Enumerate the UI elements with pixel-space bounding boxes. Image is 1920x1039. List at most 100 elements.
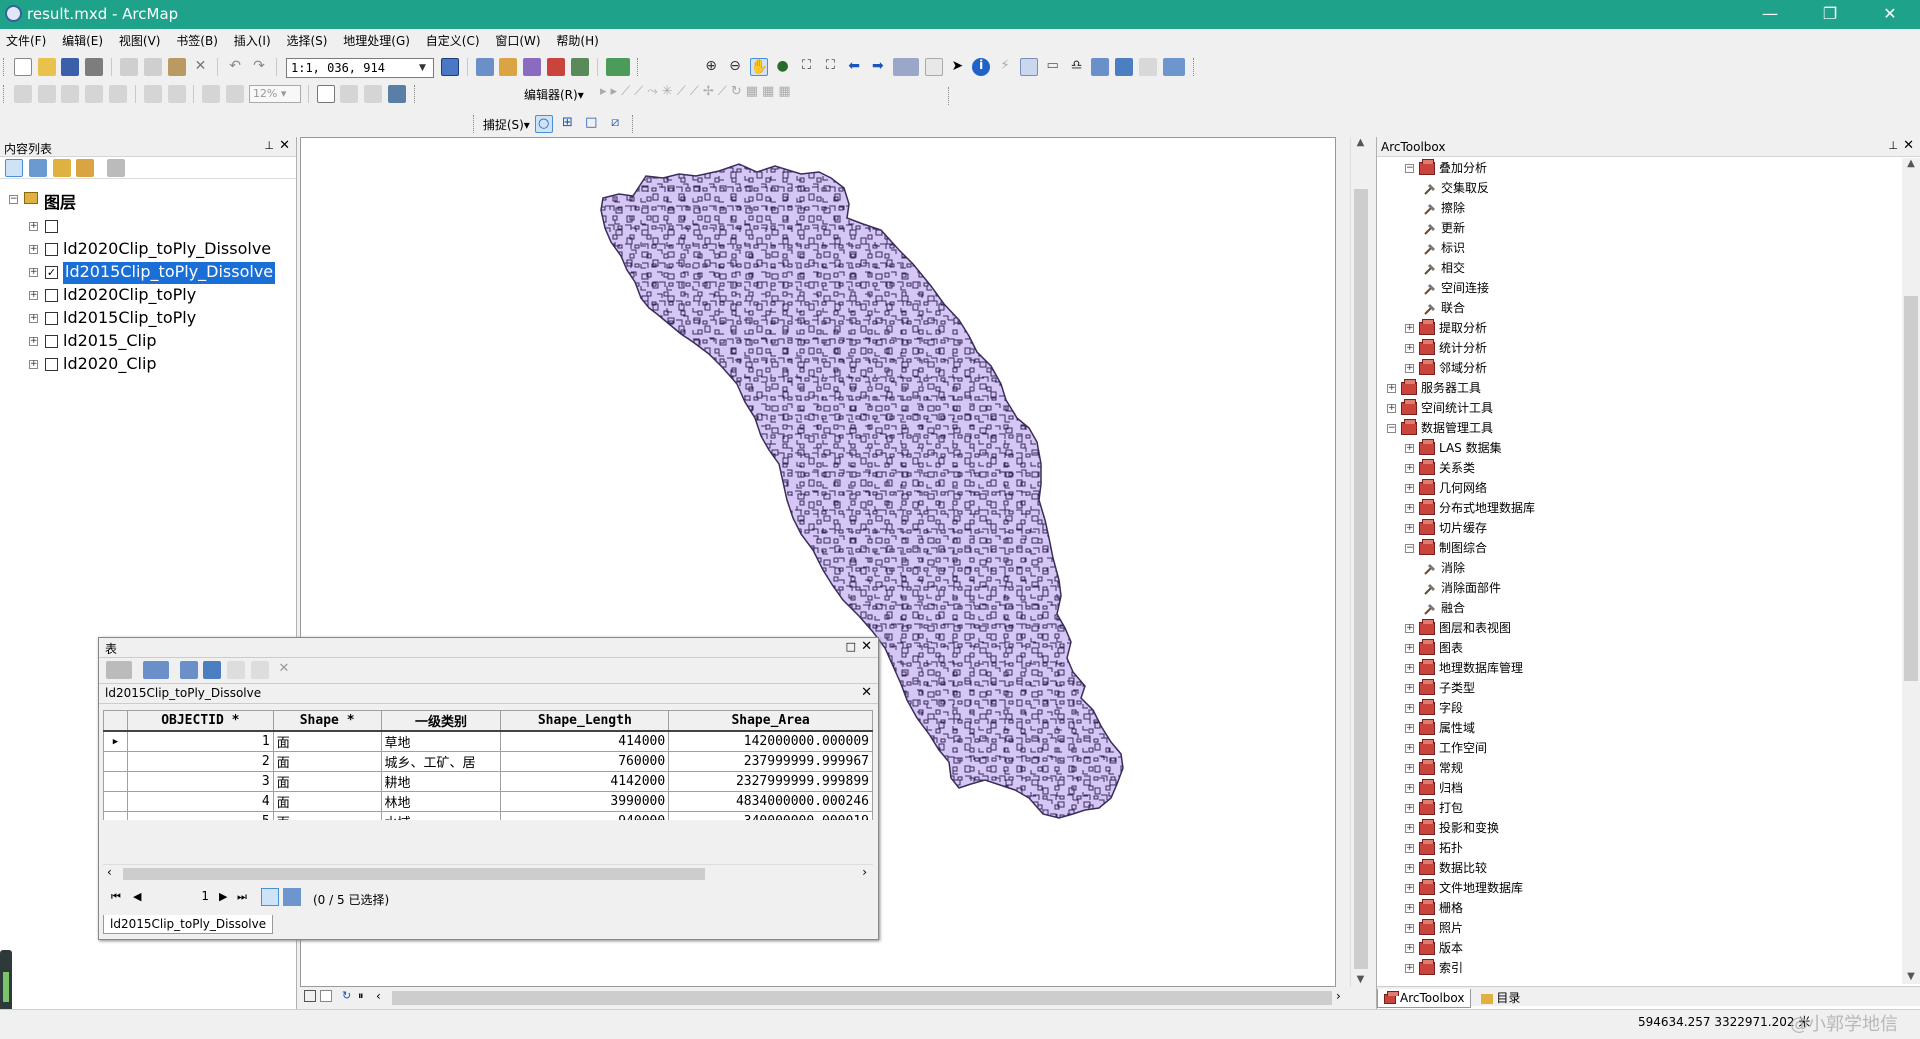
current-record-input[interactable]: 1 — [153, 889, 213, 907]
toolset-item[interactable]: + 拓扑 — [1405, 839, 1463, 857]
maximize-table-icon[interactable]: □ — [846, 640, 856, 653]
expand-icon[interactable]: + — [1405, 684, 1414, 693]
expand-icon[interactable]: + — [1405, 824, 1414, 833]
show-all-records-icon[interactable] — [261, 888, 279, 906]
show-selected-records-icon[interactable] — [283, 888, 301, 906]
cell-category[interactable]: 水域 — [380, 811, 502, 820]
vertex-snapping-icon[interactable]: □ — [582, 115, 600, 133]
sketch-properties-icon[interactable]: ▦ — [762, 84, 778, 99]
cell-objectid[interactable]: 2 — [126, 751, 274, 772]
cell-shape[interactable]: 面 — [272, 791, 382, 812]
table-tab-close-icon[interactable]: ✕ — [861, 685, 872, 700]
table-window-icon[interactable] — [475, 58, 494, 76]
editor-menu[interactable]: 编辑器(R)▾ — [524, 86, 584, 103]
layout-zoom-in-icon[interactable] — [13, 85, 32, 103]
select-by-attributes-icon[interactable] — [179, 661, 198, 679]
cell-shape-area[interactable]: 340000000.000019 — [668, 811, 873, 820]
cell-objectid[interactable]: 3 — [126, 771, 274, 792]
list-by-selection-icon[interactable] — [76, 159, 95, 177]
create-features-icon[interactable]: ▦ — [778, 84, 794, 99]
menu-edit[interactable]: 编辑(E) — [56, 29, 109, 49]
editor-toolbar-icon[interactable] — [441, 58, 459, 76]
layer-visibility-checkbox[interactable] — [45, 289, 58, 302]
toolset-item[interactable]: + 归档 — [1405, 779, 1463, 797]
layer-visibility-checkbox[interactable] — [45, 220, 58, 233]
expand-icon[interactable]: + — [1405, 624, 1414, 633]
toolbox-tool-item[interactable]: 相交 — [1423, 259, 1465, 277]
expand-icon[interactable]: + — [1405, 844, 1414, 853]
scale-dropdown-chevron-icon[interactable]: ▼ — [419, 61, 431, 75]
toolset-item[interactable]: + 打包 — [1405, 799, 1463, 817]
change-layout-icon[interactable] — [364, 85, 383, 103]
toolset-item[interactable]: + LAS 数据集 — [1405, 439, 1502, 457]
layer-expander-icon[interactable]: + — [29, 360, 38, 369]
table-row[interactable]: 3 面 耕地 4142000 2327999999.999899 — [103, 771, 873, 792]
menu-view[interactable]: 视图(V) — [113, 29, 167, 49]
toolset-item[interactable]: + 字段 — [1405, 699, 1463, 717]
table-row[interactable]: 4 面 林地 3990000 4834000000.000246 — [103, 791, 873, 812]
toolbar-grip[interactable] — [637, 58, 640, 76]
delete-selected-icon[interactable]: ✕ — [275, 661, 293, 679]
fixed-zoom-in-layout-icon[interactable] — [143, 85, 162, 103]
rotate-icon[interactable]: ↻ — [731, 84, 746, 99]
related-tables-icon[interactable] — [142, 661, 169, 679]
expand-icon[interactable]: + — [1405, 664, 1414, 673]
paste-icon[interactable] — [167, 58, 186, 76]
toolset-item[interactable]: + 投影和变换 — [1405, 819, 1499, 837]
refresh-icon[interactable]: ↻ — [342, 989, 351, 1002]
toolset-item[interactable]: + 工作空间 — [1405, 739, 1487, 757]
go-forward-extent-layout-icon[interactable] — [226, 85, 245, 103]
find-route-icon[interactable] — [1091, 58, 1110, 76]
expand-icon[interactable]: + — [1405, 504, 1414, 513]
select-elements-arrow-icon[interactable]: ➤ — [948, 58, 966, 76]
toolbox-tool-item[interactable]: 消除面部件 — [1423, 579, 1501, 597]
root-collapse-icon[interactable]: − — [9, 195, 18, 204]
editor-toolbar-grip[interactable] — [945, 84, 954, 108]
modelbuilder-icon[interactable] — [605, 58, 630, 76]
collapse-icon[interactable]: − — [1405, 164, 1414, 173]
layout-zoom-out-icon[interactable] — [37, 85, 56, 103]
toolbox-tool-item[interactable]: 擦除 — [1423, 199, 1465, 217]
pan-hand-icon[interactable]: ✋ — [749, 58, 768, 76]
table-row[interactable]: ▶ 1 面 草地 414000 142000000.000009 — [103, 730, 873, 752]
save-icon[interactable] — [61, 58, 80, 76]
zoom-whole-page-icon[interactable] — [85, 85, 104, 103]
attributes-icon[interactable]: ▦ — [746, 84, 762, 99]
toolbar-grip[interactable] — [3, 85, 6, 103]
minimize-button[interactable]: — — [1740, 0, 1800, 29]
tab-arctoolbox[interactable]: ArcToolbox — [1377, 989, 1472, 1008]
full-extent-globe-icon[interactable]: ● — [774, 58, 792, 76]
menu-help[interactable]: 帮助(H) — [550, 29, 604, 49]
split-icon[interactable]: ⟋ — [718, 84, 731, 99]
row-selector[interactable] — [103, 771, 128, 792]
pin-icon[interactable]: ⊥ — [264, 139, 274, 152]
fixed-zoom-in-icon[interactable]: ⛶ — [797, 58, 815, 76]
trace-icon[interactable]: ⤳ — [647, 84, 661, 99]
go-back-extent-layout-icon[interactable] — [202, 85, 221, 103]
layer-visibility-checkbox[interactable] — [45, 358, 58, 371]
toolset-item[interactable]: + 照片 — [1405, 919, 1463, 937]
focus-data-frame-icon[interactable] — [340, 85, 359, 103]
catalog-icon[interactable] — [499, 58, 518, 76]
toolset-item[interactable]: + 切片缓存 — [1405, 519, 1487, 537]
cell-category[interactable]: 林地 — [380, 791, 502, 812]
table-scroll-thumb[interactable] — [123, 868, 705, 880]
toolset-item[interactable]: + 邻域分析 — [1405, 359, 1487, 377]
edit-annotation-icon[interactable]: ▸ — [611, 84, 622, 99]
layer-expander-icon[interactable]: + — [29, 291, 38, 300]
table-window-titlebar[interactable]: 表 □ ✕ — [99, 638, 878, 658]
toolbox-tool-item[interactable]: 联合 — [1423, 299, 1465, 317]
layer-visibility-checkbox[interactable] — [45, 243, 58, 256]
undo-icon[interactable]: ↶ — [226, 58, 244, 76]
reshape-icon[interactable]: ⟋ — [690, 84, 703, 99]
html-popup-icon[interactable] — [1019, 58, 1038, 76]
straight-segment-icon[interactable]: ⟋ — [621, 84, 634, 99]
list-by-drawing-order-icon[interactable] — [5, 159, 23, 177]
toolset-item[interactable]: + 文件地理数据库 — [1405, 879, 1523, 897]
layer-expander-icon[interactable]: + — [29, 314, 38, 323]
expand-icon[interactable]: + — [1405, 524, 1414, 533]
toolset-item[interactable]: − 叠加分析 — [1405, 159, 1487, 177]
cut-icon[interactable] — [119, 58, 138, 76]
toolbox-scroll-thumb[interactable] — [1904, 296, 1918, 681]
cell-category[interactable]: 草地 — [380, 730, 502, 752]
